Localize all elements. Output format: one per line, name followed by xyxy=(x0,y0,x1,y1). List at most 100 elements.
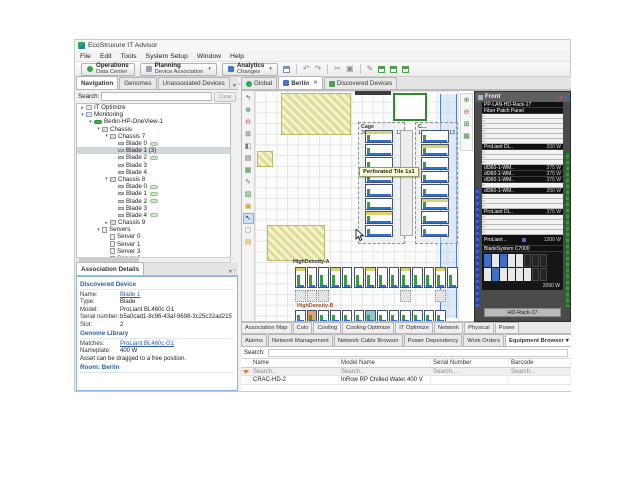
layer-tab-colo[interactable]: Colo xyxy=(293,322,313,333)
plan-rack[interactable] xyxy=(421,144,449,157)
edit-tool[interactable]: ✎ xyxy=(243,177,254,188)
plan-rack[interactable] xyxy=(377,267,388,288)
plan-rack[interactable] xyxy=(421,198,449,211)
tab-unassociated-devices[interactable]: Unassociated Devices xyxy=(158,77,230,89)
perforated-tile[interactable] xyxy=(307,290,318,302)
minimize-icon[interactable]: ▾ xyxy=(233,82,236,89)
tree-item-blade-2[interactable]: Blade 2 xyxy=(77,197,230,204)
twistie-icon[interactable]: ▾ xyxy=(103,176,110,182)
edit-icon[interactable]: ✎ xyxy=(367,65,374,73)
import-green-icon[interactable] xyxy=(402,66,409,73)
menu-help[interactable]: Help xyxy=(230,53,244,60)
maximize-icon[interactable]: ▫ xyxy=(238,82,240,89)
tree-item-blade-2[interactable]: Blade 2 xyxy=(77,154,230,161)
blade-idle[interactable] xyxy=(508,268,515,281)
plan-rack[interactable] xyxy=(365,310,376,321)
lock-tool[interactable]: ▣ xyxy=(243,201,254,212)
tree-item-blade-3[interactable]: Blade 3 xyxy=(77,162,230,169)
tree-item-monitoring[interactable]: ▾Monitoring xyxy=(77,111,230,118)
column-header-serial-number[interactable]: Serial Number xyxy=(431,359,509,367)
clear-button[interactable]: Clear xyxy=(214,92,236,102)
plan-rack[interactable] xyxy=(365,211,393,224)
tree-item-server-0[interactable]: Server 0 xyxy=(77,233,230,240)
save-icon[interactable] xyxy=(283,66,290,73)
tree-item-blade-1-3-[interactable]: Blade 1 (3) xyxy=(77,147,230,154)
layer-tab-cooling-optimize[interactable]: Cooling Optimize xyxy=(342,322,394,333)
plan-rack[interactable] xyxy=(354,310,365,321)
blade-active[interactable] xyxy=(484,254,491,267)
column-header-barcode[interactable]: Barcode xyxy=(509,359,571,367)
bottom-tab-work-orders[interactable]: Work Orders xyxy=(463,334,504,346)
save-green-icon[interactable] xyxy=(378,66,385,73)
plan-rack[interactable] xyxy=(354,267,365,288)
select-tool[interactable]: ↖ xyxy=(243,213,254,224)
twistie-icon[interactable]: ▾ xyxy=(95,227,102,233)
blade-empty[interactable] xyxy=(532,254,539,267)
perforated-tile[interactable] xyxy=(400,290,411,302)
plan-rack[interactable] xyxy=(412,310,423,321)
tree-item-chassis-8[interactable]: ▾Chassis 8 xyxy=(77,176,230,183)
tree-item-blade-0[interactable]: Blade 0 xyxy=(77,140,230,147)
blade-idle[interactable] xyxy=(484,268,491,281)
tab-navigation[interactable]: Navigation xyxy=(76,76,118,89)
blade-empty[interactable] xyxy=(540,268,547,281)
plan-rack[interactable] xyxy=(421,225,449,238)
tab-genomes[interactable]: Genomes xyxy=(119,77,156,89)
plan-rack[interactable] xyxy=(421,184,449,197)
plan-rack[interactable] xyxy=(424,310,435,321)
perforated-tile[interactable] xyxy=(435,290,446,302)
layers-tool[interactable]: ▤ xyxy=(243,153,254,164)
zoom-out-tool[interactable]: ⊖ xyxy=(243,117,254,128)
twistie-icon[interactable]: ▸ xyxy=(79,105,86,111)
plan-rack[interactable] xyxy=(435,310,446,321)
tree-item-chassis-7[interactable]: ▾Chassis 7 xyxy=(77,133,230,140)
rack-equipment[interactable]: ProLiant ..1200 W xyxy=(482,235,563,246)
menu-file[interactable]: File xyxy=(80,53,91,60)
analytics-mode-button[interactable]: AnalyticsChanges▾ xyxy=(222,63,278,76)
redo-icon[interactable]: ↷ xyxy=(315,65,322,73)
table-row[interactable]: CRAC-HD-2InRow RP Chilled Water 400 V xyxy=(241,376,571,385)
plan-rack[interactable] xyxy=(295,267,306,288)
tree-item-blade-4[interactable]: Blade 4 xyxy=(77,169,230,176)
blade-empty[interactable] xyxy=(524,254,531,267)
twistie-icon[interactable]: ▾ xyxy=(79,112,86,118)
zoom-in-button[interactable]: ⊕ xyxy=(461,95,472,106)
filter-input[interactable]: Search... xyxy=(431,368,509,375)
bottom-tab-network-cable-browser[interactable]: Network Cable Browser xyxy=(334,334,403,346)
menu-window[interactable]: Window xyxy=(197,53,221,60)
layer-tab-network[interactable]: Network xyxy=(434,322,463,333)
plan-rack[interactable] xyxy=(365,198,393,211)
layer-tab-association-map[interactable]: Association Map xyxy=(241,322,292,333)
export-green-icon[interactable] xyxy=(390,66,397,73)
tree-item-blade-4[interactable]: Blade 4 xyxy=(77,212,230,219)
column-header-name[interactable]: Name xyxy=(251,359,339,367)
plan-rack[interactable] xyxy=(421,157,449,170)
copy-icon[interactable]: ▣ xyxy=(346,65,354,73)
tree-item-blade-3[interactable]: Blade 3 xyxy=(77,205,230,212)
blade-idle[interactable] xyxy=(516,254,523,267)
layer-tab-it-optimize[interactable]: IT Optimize xyxy=(395,322,433,333)
filter-input[interactable]: Search... xyxy=(251,368,339,375)
plan-rack[interactable] xyxy=(447,267,458,288)
plan-rack[interactable] xyxy=(307,310,318,321)
plan-rack[interactable] xyxy=(365,267,376,288)
bottom-tab-power-dependency[interactable]: Power Dependency xyxy=(404,334,463,346)
twistie-icon[interactable]: ▾ xyxy=(87,119,94,125)
close-icon[interactable]: ✕ xyxy=(313,80,318,86)
equipment-search-input[interactable] xyxy=(268,349,568,357)
zoom-out-button[interactable]: ⊖ xyxy=(461,107,472,118)
perforated-tile[interactable] xyxy=(295,290,306,302)
plan-rack[interactable] xyxy=(400,267,411,288)
twistie-icon[interactable]: ▾ xyxy=(95,126,102,132)
column-header-model-name[interactable]: Model Name xyxy=(339,359,431,367)
menu-edit[interactable]: Edit xyxy=(100,53,112,60)
menu-tools[interactable]: Tools xyxy=(121,53,137,60)
undo-icon[interactable]: ↶ xyxy=(303,65,310,73)
field-value-link[interactable]: ProLiant BL460c G1 xyxy=(120,341,174,347)
plan-rack[interactable] xyxy=(421,171,449,184)
tree-item-chassis-9[interactable]: ▸Chassis 9 xyxy=(77,219,230,226)
plan-rack[interactable] xyxy=(389,267,400,288)
tree-item-servers[interactable]: ▾Servers xyxy=(77,226,230,233)
plan-rack[interactable] xyxy=(330,310,341,321)
floor-plan[interactable]: Cage20.1312C...1...13Perforated Tile 1x1… xyxy=(255,91,459,321)
